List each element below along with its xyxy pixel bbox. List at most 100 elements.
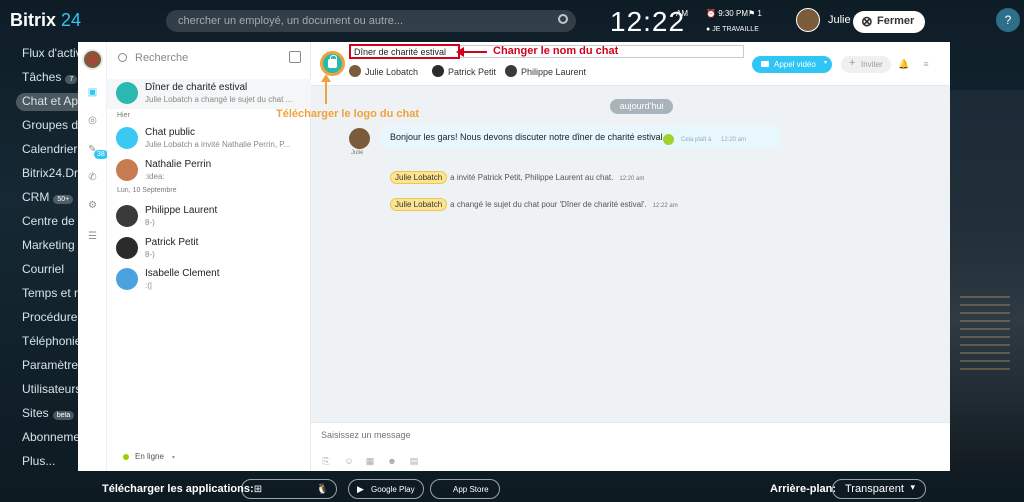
chat-title-highlight xyxy=(349,44,460,59)
apple-icon[interactable] xyxy=(284,484,296,496)
last-message: :(| xyxy=(145,281,152,290)
phone-icon[interactable]: ✆ xyxy=(86,171,99,184)
messenger-sidebar: ▣ ◎ ✎ 38 ✆ ⚙ ☰ xyxy=(78,42,108,471)
close-button[interactable]: ⊗ Fermer xyxy=(853,11,925,33)
nav-item[interactable]: Utilisateurs xyxy=(22,382,78,396)
nav-item[interactable]: Centre de c xyxy=(22,214,78,228)
chat-name: Nathalie Perrin xyxy=(145,159,212,170)
nav-item-count: beta xyxy=(52,411,75,420)
message-time: 12:20 am xyxy=(721,137,747,143)
chat-header: Julie Lobatch Patrick Petit Philippe Lau… xyxy=(311,42,950,86)
portal-search-input[interactable]: chercher un employé, un document ou autr… xyxy=(166,10,576,32)
status-selector[interactable]: En ligne ▾ xyxy=(123,452,175,461)
last-message: Julie Lobatch a invité Nathalie Perrin, … xyxy=(145,140,291,149)
video-call-button[interactable]: Appel vidéo ▾ xyxy=(752,56,832,73)
message-author-avatar[interactable] xyxy=(349,128,370,149)
invite-button[interactable]: + Inviter xyxy=(841,56,891,73)
nav-item[interactable]: Téléphonie xyxy=(22,334,78,348)
recent-chat-item[interactable]: Nathalie Perrin :idea: xyxy=(107,156,311,186)
message-input[interactable] xyxy=(321,430,721,440)
windows-icon[interactable]: ⊞ xyxy=(252,484,264,496)
alarm-time: ⏰ 9:30 PM xyxy=(706,9,748,18)
recent-chat-item[interactable]: Isabelle Clement:(| xyxy=(107,265,311,295)
search-messages-icon[interactable]: ≡ xyxy=(920,58,932,70)
recent-chat-item[interactable]: Patrick Petit 8-) xyxy=(107,234,311,264)
chat-area: Julie Lobatch Patrick Petit Philippe Lau… xyxy=(311,42,950,471)
background-label: Arrière-plan: xyxy=(770,483,837,495)
nav-item[interactable]: Sites beta xyxy=(22,406,75,420)
logo-annotation: Télécharger le logo du chat xyxy=(276,108,420,120)
work-status[interactable]: ● JE TRAVAILLE xyxy=(706,26,759,33)
clock-ampm: AM xyxy=(676,9,688,18)
google-play-button[interactable]: ▶ Google Play xyxy=(348,479,424,499)
document-icon[interactable]: ▤ xyxy=(409,456,419,466)
chevron-down-icon: ▾ xyxy=(171,455,175,461)
nav-item[interactable]: Flux d'activ xyxy=(22,46,78,60)
user-mention[interactable]: Julie Lobatch xyxy=(390,171,448,184)
nav-item[interactable]: Tâches 7 xyxy=(22,70,78,84)
nav-item-count: 50+ xyxy=(53,195,74,204)
chat-avatar xyxy=(116,82,138,104)
nav-item[interactable]: Bitrix24.Driv xyxy=(22,166,78,180)
like-count[interactable]: Cela plaît à xyxy=(681,137,711,143)
recent-search-input[interactable]: Recherche xyxy=(117,52,188,64)
chat-name: Chat public xyxy=(145,127,196,138)
bitrix-logo[interactable]: Bitrix 24 xyxy=(10,10,81,31)
nav-item[interactable]: Marketing C xyxy=(22,238,78,252)
nav-item[interactable]: Groupes de xyxy=(22,118,78,132)
nav-item[interactable]: Calendrier xyxy=(22,142,77,156)
my-avatar[interactable] xyxy=(82,49,103,70)
nav-item[interactable]: CRM 50+ xyxy=(22,190,74,204)
date-separator: Lun, 10 Septembre xyxy=(117,187,177,194)
recent-chat-item[interactable]: Dîner de charité estival Julie Lobatch a … xyxy=(107,79,311,109)
recent-chat-item[interactable]: Chat public Julie Lobatch a invité Nathal… xyxy=(107,124,311,154)
system-message: Julie Lobatch a changé le sujet du chat p… xyxy=(390,198,678,211)
bell-icon[interactable]: 🔔 xyxy=(898,58,910,70)
chat-avatar xyxy=(116,237,138,259)
linux-icon[interactable]: 🐧 xyxy=(316,484,328,496)
last-message: 8-) xyxy=(145,250,155,259)
download-apps-label: Télécharger les applications: xyxy=(102,483,254,495)
member-avatar xyxy=(505,65,517,77)
nav-item[interactable]: Plus... xyxy=(22,454,55,468)
help-button[interactable]: ? xyxy=(996,8,1020,32)
chat-avatar xyxy=(116,205,138,227)
rename-arrow xyxy=(456,47,487,57)
chevron-down-icon: ▾ xyxy=(910,482,915,492)
nav-item[interactable]: Abonneme xyxy=(22,430,78,444)
open-lines-icon[interactable]: ◎ xyxy=(86,114,99,127)
left-navigation: Flux d'activ Tâches7 Chat et App Groupes de… xyxy=(0,42,78,482)
chat-icon[interactable]: ▣ xyxy=(86,86,99,99)
user-mention[interactable]: Julie Lobatch xyxy=(390,198,448,211)
chat-member[interactable]: Patrick Petit xyxy=(432,65,496,77)
chat-logo[interactable] xyxy=(320,51,345,76)
notes-icon[interactable]: ☰ xyxy=(86,230,99,243)
app-store-button[interactable]: App Store xyxy=(430,479,500,499)
attach-icon[interactable]: ⎘ xyxy=(321,456,331,466)
nav-item[interactable]: Courriel xyxy=(22,262,64,276)
background-select[interactable]: Transparent ▾ xyxy=(832,479,926,499)
member-avatar xyxy=(432,65,444,77)
nav-item[interactable]: Chat et App xyxy=(22,94,78,108)
chat-member[interactable]: Julie Lobatch xyxy=(349,65,418,77)
nav-item[interactable]: Paramètres xyxy=(22,358,78,372)
new-chat-icon[interactable] xyxy=(289,51,301,63)
last-message: :idea: xyxy=(145,172,165,181)
google-play-icon: ▶ xyxy=(357,484,364,494)
emoji-icon[interactable]: ☻ xyxy=(387,456,397,466)
member-avatar xyxy=(349,65,361,77)
chat-name: Philippe Laurent xyxy=(145,205,218,216)
calendar-icon[interactable]: ▦ xyxy=(365,456,375,466)
settings-icon[interactable]: ⚙ xyxy=(86,199,99,212)
last-message: Julie Lobatch a changé le sujet du chat … xyxy=(145,95,293,104)
user-icon[interactable]: ☺ xyxy=(344,456,354,466)
notifications-badge: 38 xyxy=(94,150,108,159)
nav-item[interactable]: Procédure d xyxy=(22,310,78,324)
desktop-apps-group: ⊞ 🐧 xyxy=(241,479,337,499)
chat-member[interactable]: Philippe Laurent xyxy=(505,65,586,77)
user-avatar[interactable] xyxy=(796,8,820,32)
like-icon[interactable] xyxy=(663,134,674,145)
chat-avatar xyxy=(116,268,138,290)
nav-item[interactable]: Temps et ra xyxy=(22,286,78,300)
recent-chat-item[interactable]: Philippe Laurent 8-) xyxy=(107,202,311,232)
